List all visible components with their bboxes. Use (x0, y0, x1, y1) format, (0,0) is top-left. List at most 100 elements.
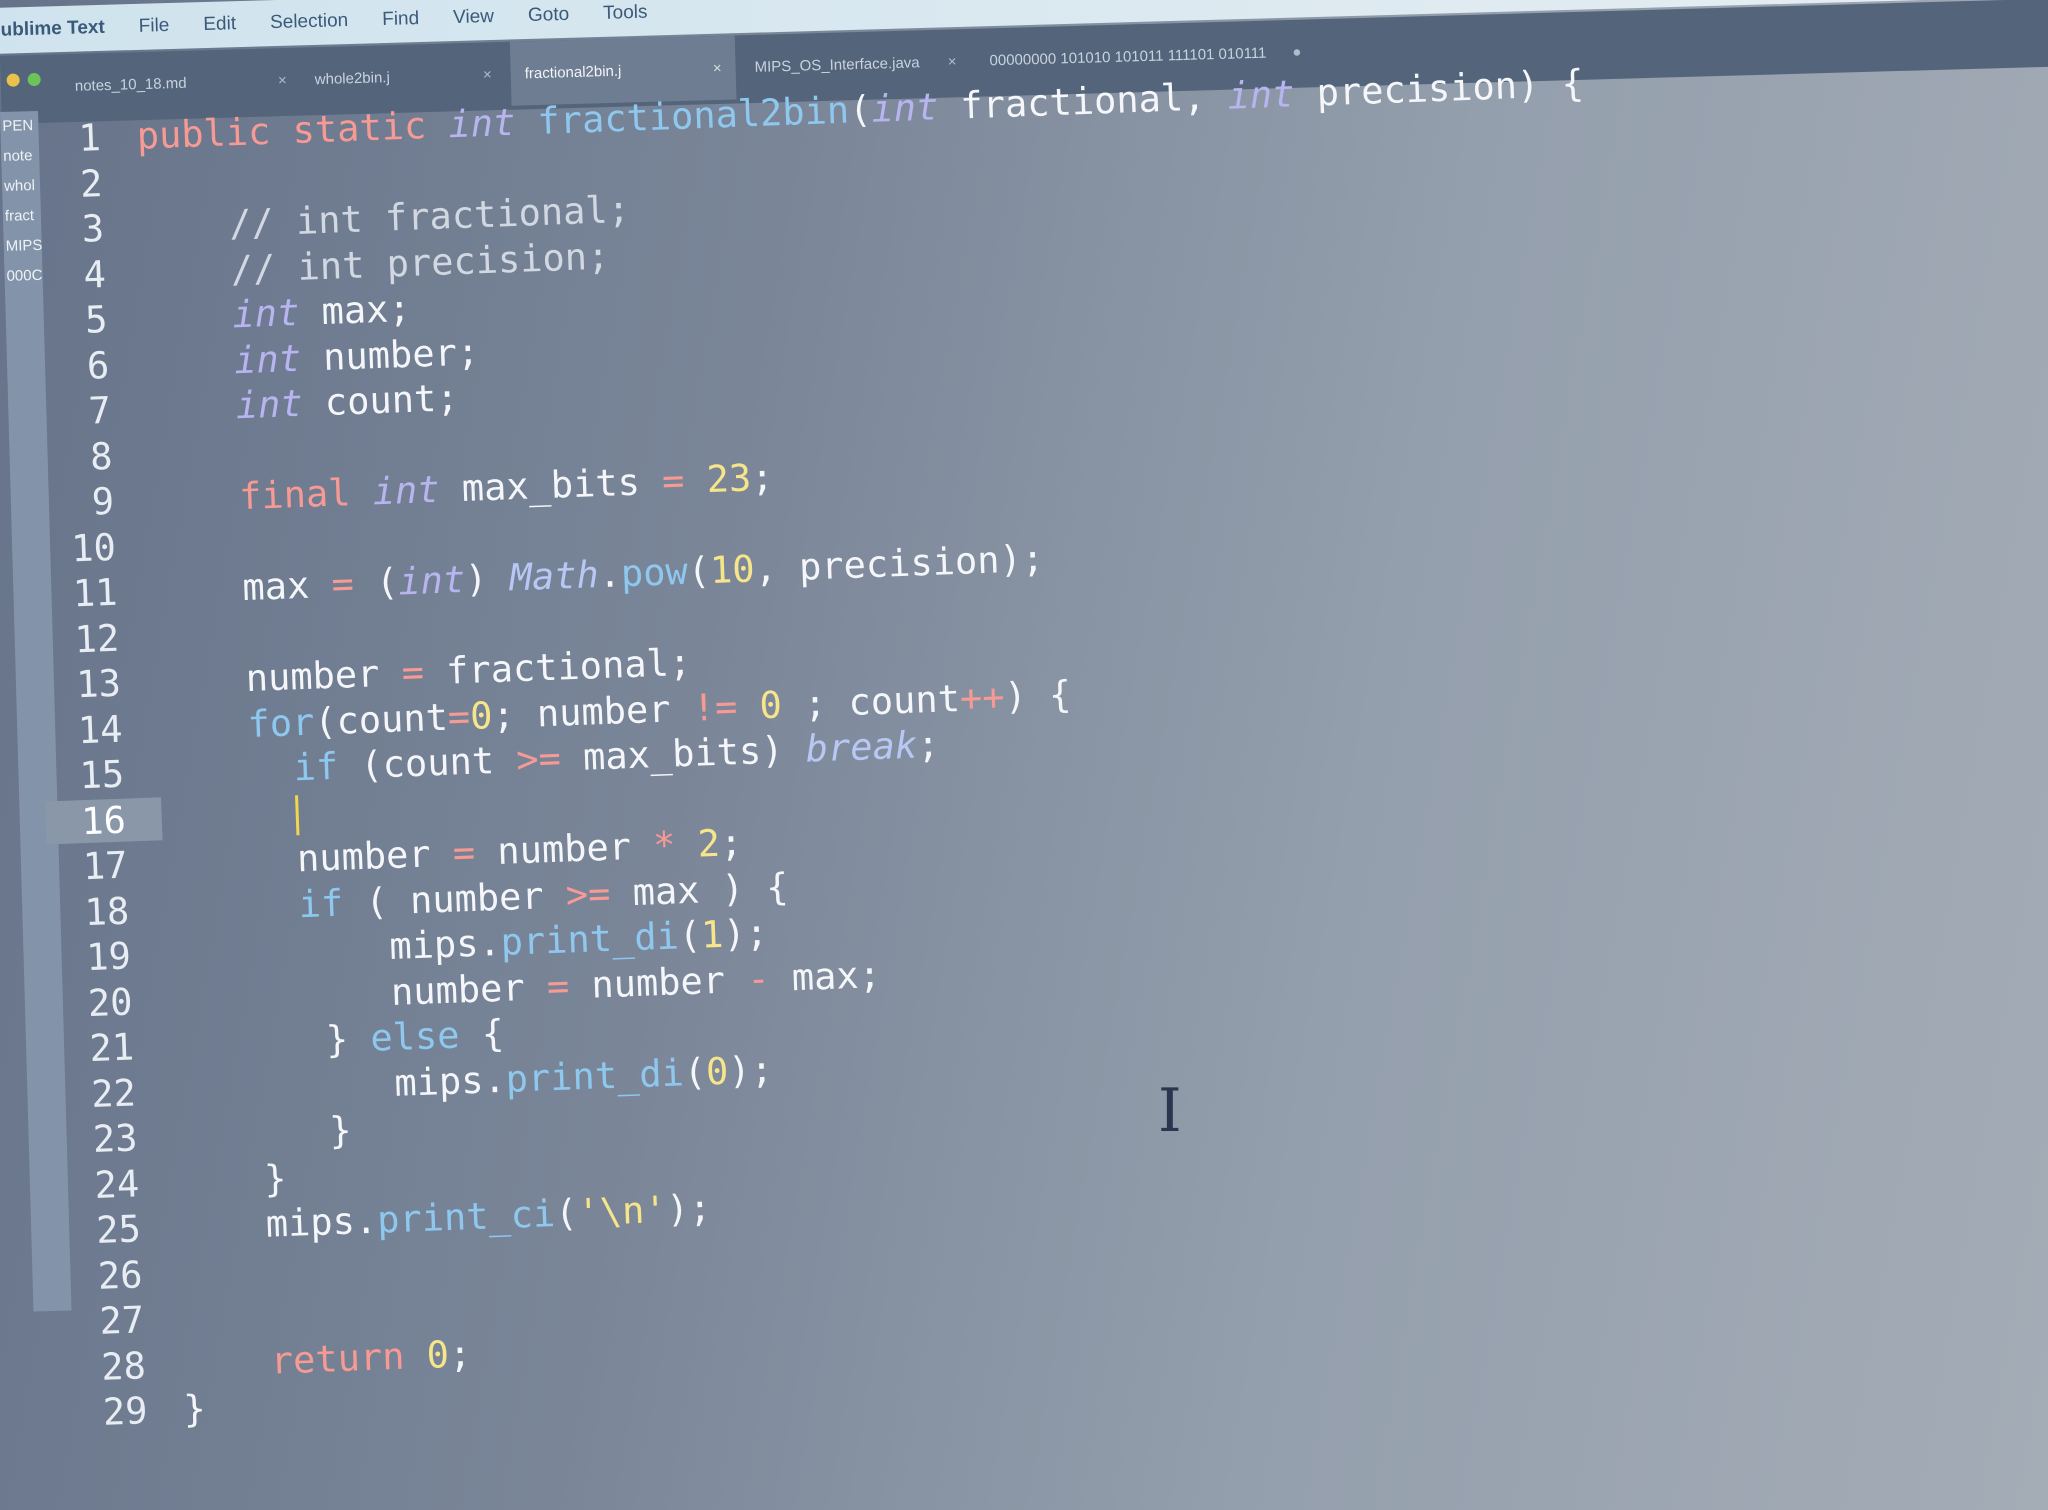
code-token: ) { (1003, 672, 1072, 719)
code-token: int (142, 291, 301, 340)
code-token: ( number (342, 873, 567, 925)
menu-file[interactable]: File (138, 15, 169, 38)
code-token: count; (301, 376, 460, 426)
code-token: ++ (959, 675, 1006, 720)
line-number: 5 (84, 298, 109, 342)
close-icon[interactable]: × (948, 53, 957, 70)
code-token: (count (337, 738, 518, 789)
code-token: number (155, 651, 403, 704)
line-number: 25 (95, 1207, 142, 1253)
line-number: 21 (88, 1025, 135, 1071)
code-token: 0 (425, 1332, 450, 1377)
code-token: ( (686, 549, 711, 594)
app-name[interactable]: ublime Text (0, 17, 105, 42)
line-number: 6 (86, 343, 110, 388)
menu-goto[interactable]: Goto (528, 4, 570, 27)
code-text: } (183, 1387, 207, 1431)
line-number: 19 (85, 934, 132, 980)
menu-selection[interactable]: Selection (270, 10, 349, 34)
code-text: } (172, 1108, 353, 1159)
line-number: 4 (82, 252, 107, 297)
code-token: int (447, 100, 539, 147)
code-token: int (144, 336, 302, 386)
code-token: 1 (700, 913, 725, 957)
line-number: 24 (93, 1162, 140, 1207)
code-token: for (246, 700, 316, 746)
code-token: >= (515, 736, 562, 782)
code-token: ( (848, 88, 873, 132)
code-token: >= (565, 871, 612, 917)
menu-edit[interactable]: Edit (203, 13, 236, 36)
menu-tools[interactable]: Tools (603, 2, 648, 25)
code-token: number (474, 824, 654, 875)
code-token: 23 (705, 456, 752, 502)
line-number: 14 (77, 707, 124, 753)
line-number: 15 (78, 752, 125, 798)
line-number: 10 (70, 525, 117, 571)
menu-find[interactable]: Find (382, 8, 420, 31)
code-token: = (452, 831, 476, 875)
menu-view[interactable]: View (453, 6, 494, 29)
code-token: = (546, 964, 570, 1009)
line-number: 26 (97, 1253, 144, 1298)
code-token: max ) { (609, 865, 790, 915)
line-number: 12 (73, 616, 120, 662)
code-token: max_bits (438, 459, 663, 512)
code-token: '\n' (576, 1188, 668, 1235)
zoom-button[interactable] (27, 72, 41, 87)
code-token: print_di (504, 1051, 685, 1101)
code-token: final (149, 470, 374, 522)
line-number: 9 (91, 480, 115, 524)
code-token: ( (554, 1191, 579, 1236)
code-text (161, 792, 300, 840)
code-token: mips. (175, 1198, 378, 1250)
line-number: 29 (102, 1389, 149, 1435)
code-token: ) (464, 556, 511, 602)
code-token: != (691, 684, 739, 730)
line-number: 1 (77, 116, 102, 161)
code-token: = (330, 562, 355, 607)
code-token: } (172, 1108, 353, 1159)
code-token: Math (508, 553, 600, 600)
tab-label: whole2bin.j (314, 68, 391, 88)
code-token: number; (300, 330, 480, 380)
code-token: ( (682, 1050, 707, 1095)
code-token: print_di (499, 914, 680, 965)
code-token: ( (353, 560, 400, 606)
tab-label: fractional2bin.j (524, 62, 622, 82)
close-icon[interactable]: × (483, 66, 492, 83)
code-token: int (371, 468, 441, 514)
tab-label: MIPS_OS_Interface.java (754, 53, 920, 76)
code-token: { (458, 1012, 505, 1057)
modified-dot-icon[interactable]: ● (1292, 43, 1302, 60)
code-token: ); (722, 911, 769, 957)
code-token: (count (313, 695, 449, 744)
close-icon[interactable]: × (278, 72, 287, 89)
code-editor[interactable]: 1 public static int fractional2bin(int fr… (20, 52, 1867, 1437)
code-token: max; (768, 952, 882, 1000)
tab-notes[interactable]: notes_10_18.md × (60, 48, 302, 119)
code-token: int (397, 558, 466, 604)
text-cursor-icon: I (1158, 1076, 1182, 1146)
code-token: * (652, 823, 677, 868)
code-token: ( (677, 913, 702, 958)
line-number: 18 (83, 889, 130, 934)
code-token: 0 (469, 693, 494, 738)
code-token: . (597, 552, 622, 597)
code-token: 2 (696, 822, 721, 866)
code-token: = (447, 694, 471, 739)
minimize-button[interactable] (6, 73, 20, 87)
code-token: else (369, 1013, 461, 1061)
text-caret (294, 795, 300, 836)
code-token: return (180, 1333, 428, 1386)
close-icon[interactable]: × (713, 59, 722, 76)
code-token: number (568, 957, 749, 1008)
code-token: ; (719, 821, 744, 866)
line-number: 2 (79, 161, 104, 206)
code-token: } (182, 1387, 207, 1432)
